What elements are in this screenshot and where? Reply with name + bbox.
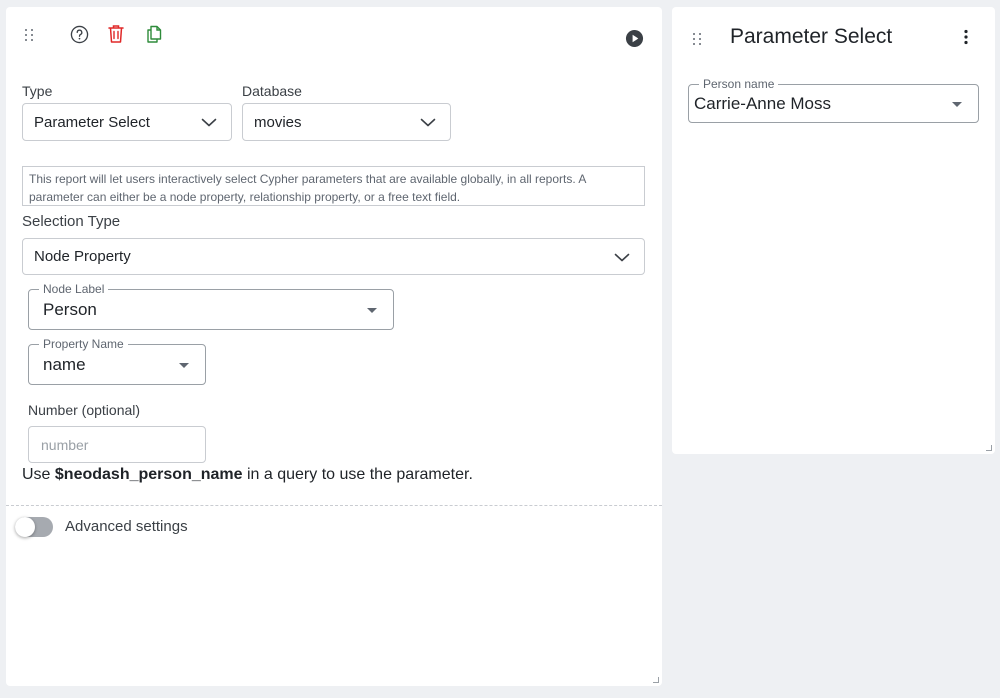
more-vertical-icon[interactable] — [955, 26, 977, 48]
person-name-legend: Person name — [699, 77, 779, 91]
report-settings-card: Type Parameter Select Database movies Th… — [6, 7, 662, 686]
advanced-settings-toggle[interactable] — [15, 517, 53, 537]
property-name-select[interactable]: Property Name name — [28, 337, 206, 385]
advanced-settings-label: Advanced settings — [65, 518, 188, 535]
selection-type-label: Selection Type — [22, 213, 121, 230]
play-circle-icon[interactable] — [623, 27, 645, 49]
chevron-down-icon — [201, 118, 217, 127]
trash-icon[interactable] — [105, 23, 127, 45]
report-description: This report will let users interactively… — [22, 166, 645, 206]
selection-type-select[interactable]: Node Property — [22, 238, 645, 275]
chevron-down-icon — [614, 253, 630, 261]
copy-icon[interactable] — [143, 23, 165, 45]
database-label: Database — [242, 83, 302, 99]
number-label: Number (optional) — [28, 402, 141, 418]
drag-handle-icon[interactable] — [693, 33, 702, 45]
caret-down-icon — [952, 101, 962, 107]
person-name-value: Carrie-Anne Moss — [694, 93, 831, 113]
property-name-value: name — [43, 354, 86, 374]
database-select-value: movies — [254, 113, 302, 131]
resize-handle-icon[interactable] — [986, 445, 992, 451]
node-label-value: Person — [43, 299, 97, 319]
type-select[interactable]: Parameter Select — [22, 103, 232, 141]
type-label: Type — [22, 83, 53, 99]
database-select[interactable]: movies — [242, 103, 451, 141]
section-divider — [6, 505, 662, 506]
person-name-select[interactable]: Person name Carrie-Anne Moss — [688, 77, 979, 123]
drag-handle-icon[interactable] — [25, 29, 34, 41]
caret-down-icon — [367, 307, 377, 313]
parameter-select-report-card: Parameter Select Person name Carrie-Anne… — [672, 7, 995, 454]
selection-type-value: Node Property — [34, 248, 131, 265]
node-label-legend: Node Label — [39, 282, 109, 296]
property-name-legend: Property Name — [39, 337, 128, 351]
chevron-down-icon — [420, 118, 436, 127]
parameter-usage-text: Use $neodash_person_name in a query to u… — [22, 466, 473, 484]
number-input[interactable]: number — [28, 426, 206, 463]
parameter-name: $neodash_person_name — [54, 466, 243, 483]
toggle-knob — [15, 517, 35, 537]
usage-prefix: Use — [22, 466, 55, 483]
usage-suffix: in a query to use the parameter. — [242, 466, 473, 483]
help-icon[interactable] — [68, 23, 90, 45]
node-label-select[interactable]: Node Label Person — [28, 282, 394, 330]
caret-down-icon — [179, 362, 189, 368]
type-select-value: Parameter Select — [34, 113, 150, 131]
report-title: Parameter Select — [730, 25, 893, 48]
resize-handle-icon[interactable] — [653, 677, 659, 683]
